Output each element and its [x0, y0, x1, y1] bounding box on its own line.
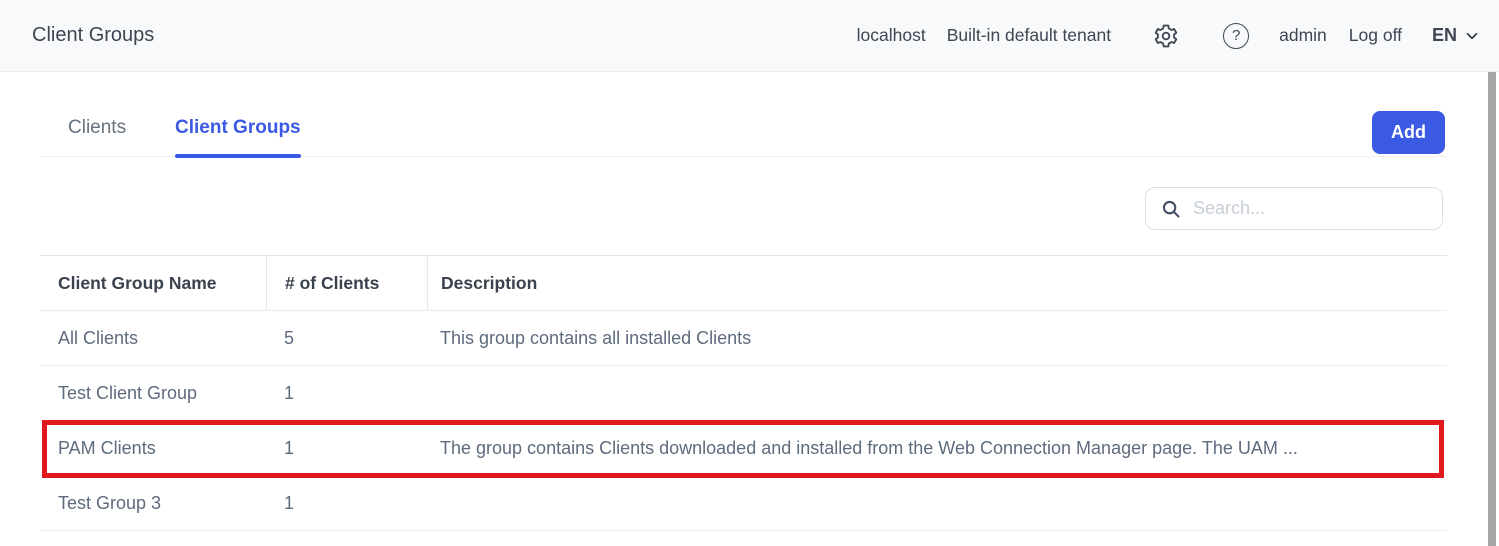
vertical-scrollbar: [1483, 72, 1499, 546]
add-button[interactable]: Add: [1372, 111, 1445, 154]
search-input[interactable]: [1193, 198, 1428, 219]
cell-client-count: 1: [266, 438, 427, 459]
cell-client-count: 1: [266, 383, 427, 404]
tab-bar: Clients Client Groups Add: [40, 110, 1447, 157]
table-header-row: Client Group Name # of Clients Descripti…: [40, 255, 1447, 311]
cell-client-count: 5: [266, 328, 427, 349]
table-row-test-client-group[interactable]: Test Client Group 1: [40, 366, 1447, 421]
cell-group-name: PAM Clients: [40, 438, 266, 459]
tab-client-groups[interactable]: Client Groups: [175, 110, 301, 156]
active-tab-underline: [175, 154, 301, 158]
logoff-link[interactable]: Log off: [1349, 25, 1402, 46]
gear-icon: [1153, 23, 1179, 49]
column-header-client-group-name: Client Group Name: [40, 256, 266, 310]
help-button[interactable]: ?: [1223, 23, 1279, 49]
table-row-all-clients[interactable]: All Clients 5 This group contains all in…: [40, 311, 1447, 366]
topbar: Client Groups localhost Built-in default…: [0, 0, 1499, 72]
scrollbar-thumb[interactable]: [1488, 72, 1496, 546]
client-groups-table: Client Group Name # of Clients Descripti…: [40, 255, 1447, 531]
cell-group-name: Test Group 3: [40, 493, 266, 514]
cell-description: This group contains all installed Client…: [427, 328, 1447, 349]
search-icon: [1160, 198, 1193, 220]
tab-client-groups-label: Client Groups: [175, 117, 301, 139]
topbar-actions: localhost Built-in default tenant ? admi…: [857, 23, 1481, 49]
column-header-description: Description: [427, 256, 1447, 310]
language-label: EN: [1432, 25, 1457, 46]
chevron-down-icon: [1457, 27, 1481, 45]
table-row-pam-clients[interactable]: PAM Clients 1 The group contains Clients…: [40, 421, 1447, 476]
cell-group-name: Test Client Group: [40, 383, 266, 404]
tab-clients[interactable]: Clients: [68, 110, 126, 156]
search-box[interactable]: [1145, 187, 1443, 230]
help-icon: ?: [1223, 23, 1249, 49]
table-row-test-group-3[interactable]: Test Group 3 1: [40, 476, 1447, 531]
host-label: localhost: [857, 25, 926, 46]
language-selector[interactable]: EN: [1432, 25, 1481, 46]
user-menu[interactable]: admin: [1279, 25, 1327, 46]
column-header-num-clients: # of Clients: [266, 256, 427, 310]
cell-group-name: All Clients: [40, 328, 266, 349]
cell-description: The group contains Clients downloaded an…: [427, 438, 1447, 459]
tenant-label: Built-in default tenant: [947, 25, 1111, 46]
page-title: Client Groups: [32, 24, 154, 47]
settings-button[interactable]: [1153, 23, 1179, 49]
cell-client-count: 1: [266, 493, 427, 514]
tab-clients-label: Clients: [68, 117, 126, 139]
